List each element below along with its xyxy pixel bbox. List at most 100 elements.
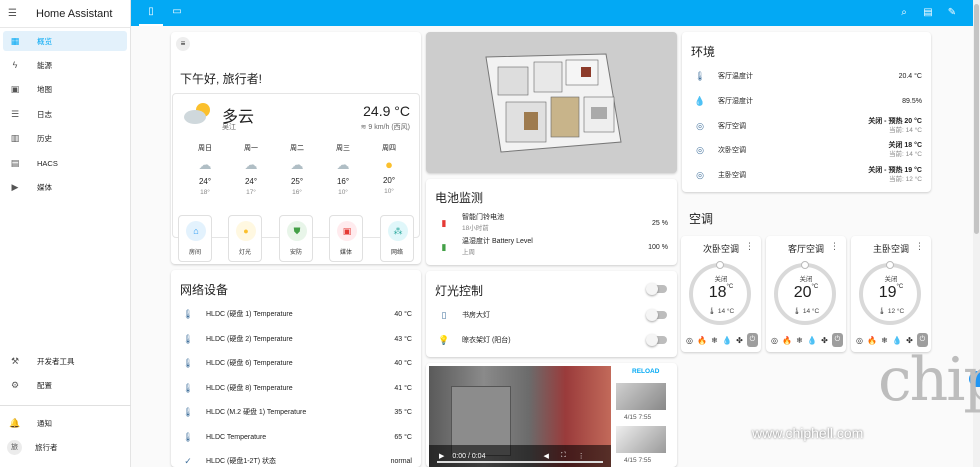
- thermometer-icon: 🌡: [694, 70, 706, 81]
- fan-icon[interactable]: ✤: [821, 336, 828, 345]
- volume-icon[interactable]: ◀: [543, 452, 548, 460]
- sidebar-item-hacs[interactable]: ▤ HACS: [3, 153, 127, 173]
- tile-security[interactable]: ⛊ 安防: [279, 215, 313, 262]
- more-icon[interactable]: ⋮: [915, 241, 924, 252]
- list-item[interactable]: ✓ HLDC (硬盘1-2T) 状态 normal: [171, 451, 421, 467]
- tile-lights[interactable]: ● 灯光: [228, 215, 262, 262]
- list-item[interactable]: ▮ 温湿度计 Battery Level 上周 100 %: [426, 236, 677, 258]
- forecast-day: 周二 ☁ 25° 16°: [274, 140, 320, 196]
- thumbnail[interactable]: [616, 383, 666, 410]
- list-item[interactable]: 🌡 HLDC (硬盘 1) Temperature 40 °C: [171, 304, 421, 324]
- scrollbar-thumb[interactable]: [974, 4, 979, 234]
- sidebar-item-history[interactable]: ▥ 历史: [3, 128, 127, 148]
- dry-icon[interactable]: 💧: [807, 336, 817, 345]
- sidebar-item-profile[interactable]: 旅旅行者: [3, 437, 127, 457]
- sidebar-item-energy[interactable]: ϟ 能源: [3, 55, 127, 75]
- flame-icon[interactable]: 🔥: [782, 336, 792, 345]
- thumbnail[interactable]: [616, 426, 666, 453]
- reload-button[interactable]: RELOAD: [632, 368, 659, 375]
- sidebar-item-logbook[interactable]: ☰ 日志: [3, 104, 127, 124]
- auto-mode-icon[interactable]: ◎: [856, 336, 863, 345]
- snowflake-icon[interactable]: ❄: [796, 336, 803, 345]
- dry-icon[interactable]: 💧: [722, 336, 732, 345]
- section-title: 空调: [689, 212, 714, 226]
- list-item[interactable]: ▮ 智能门铃电池 18小时前 25 %: [426, 212, 677, 234]
- top-app-bar: ▯ ▭ ⌕ ▤ ✎: [131, 0, 980, 26]
- shield-icon: ⛊: [287, 221, 307, 241]
- more-icon[interactable]: ⋮: [745, 241, 754, 252]
- flame-icon[interactable]: 🔥: [867, 336, 877, 345]
- pencil-icon: ✎: [947, 7, 957, 18]
- video-player[interactable]: ▶ 0:00 / 0:04 ◀ ⛶ ⋮: [429, 366, 611, 467]
- network-icon: ⁂: [388, 221, 408, 241]
- list-item[interactable]: 🌡 客厅温度计 20.4 °C: [682, 66, 931, 86]
- group-toggle[interactable]: [646, 283, 677, 295]
- list-item[interactable]: 🌡 HLDC (硬盘 6) Temperature 40 °C: [171, 353, 421, 373]
- menu-icon[interactable]: ≡: [176, 37, 190, 51]
- phone-icon: ▯: [148, 6, 154, 17]
- sidebar-item-developer-tools[interactable]: ⚒ 开发者工具: [3, 351, 127, 371]
- hammer-icon: ⚒: [10, 355, 20, 366]
- sidebar-item-media[interactable]: ▶ 媒体: [3, 177, 127, 197]
- thumbnail-time: 4/15 7:55: [624, 457, 652, 464]
- more-icon[interactable]: ⋮: [830, 241, 839, 252]
- hacs-icon: ▤: [10, 157, 20, 168]
- snowflake-icon[interactable]: ❄: [711, 336, 718, 345]
- auto-mode-icon[interactable]: ◎: [686, 336, 693, 345]
- list-item[interactable]: 🌡 HLDC Temperature 65 °C: [171, 427, 421, 447]
- view-dashboard-icon: ▦: [10, 35, 20, 46]
- thermostat-knob[interactable]: [716, 261, 724, 269]
- list-item[interactable]: ◎ 客厅空调 关闭 - 预热 20 °C 当前: 14 °C: [682, 116, 931, 136]
- thermostat-card[interactable]: 主卧空调 ⋮ 关闭 19°C 🌡 12 °C ◎ 🔥 ❄ 💧 ✤ ⏻: [851, 236, 931, 352]
- speaker-icon: ▣: [337, 221, 357, 241]
- hvac-modes: ◎ 🔥 ❄ 💧 ✤ ⏻: [771, 333, 843, 347]
- tab-desktop-view[interactable]: ▭: [165, 0, 189, 26]
- floorplan-card[interactable]: [426, 32, 677, 173]
- sidebar-item-notifications[interactable]: 🔔 通知: [3, 413, 127, 433]
- sidebar-divider: [0, 405, 131, 406]
- thermostat-card[interactable]: 客厅空调 ⋮ 关闭 20°C 🌡 14 °C ◎ 🔥 ❄ 💧 ✤ ⏻: [766, 236, 846, 352]
- list-item[interactable]: ▯ 书房大灯: [426, 305, 677, 325]
- forecast-day: 周日 ☁ 24° 18°: [182, 140, 228, 196]
- assist-button[interactable]: ▤: [919, 0, 937, 26]
- search-button[interactable]: ⌕: [895, 0, 913, 26]
- fan-icon[interactable]: ✤: [736, 336, 743, 345]
- sidebar-item-map[interactable]: ▣ 地图: [3, 79, 127, 99]
- sidebar-item-overview[interactable]: ▦ 概览: [3, 31, 127, 51]
- video-progress[interactable]: [437, 461, 603, 463]
- list-item[interactable]: ◎ 次卧空调 关闭 18 °C 当前: 14 °C: [682, 140, 931, 160]
- list-item[interactable]: 🌡 HLDC (M.2 硬盘 1) Temperature 35 °C: [171, 402, 421, 422]
- list-item[interactable]: 💡 晾衣架灯 (阳台): [426, 330, 677, 350]
- home-icon: ⌂: [186, 221, 206, 241]
- more-icon[interactable]: ⋮: [578, 452, 585, 460]
- tab-mobile-view[interactable]: ▯: [139, 0, 163, 26]
- climate-icon: ◎: [696, 169, 704, 180]
- edit-dashboard-button[interactable]: ✎: [943, 0, 961, 26]
- tile-room[interactable]: ⌂ 房间: [178, 215, 212, 262]
- thermostat-knob[interactable]: [801, 261, 809, 269]
- dry-icon[interactable]: 💧: [892, 336, 902, 345]
- fan-icon[interactable]: ✤: [906, 336, 913, 345]
- snowflake-icon[interactable]: ❄: [881, 336, 888, 345]
- tile-media[interactable]: ▣ 媒体: [329, 215, 363, 262]
- menu-icon[interactable]: ☰: [8, 7, 22, 21]
- auto-mode-icon[interactable]: ◎: [771, 336, 778, 345]
- thermostat-card[interactable]: 次卧空调 ⋮ 关闭 18°C 🌡 14 °C ◎ 🔥 ❄ 💧 ✤ ⏻: [681, 236, 761, 352]
- power-icon[interactable]: ⏻: [746, 333, 758, 347]
- sidebar-item-config[interactable]: ⚙ 配置: [3, 375, 127, 395]
- climate-icon: ◎: [696, 144, 704, 155]
- light-toggle[interactable]: [646, 309, 667, 321]
- play-icon[interactable]: ▶: [439, 452, 444, 460]
- list-item[interactable]: ◎ 主卧空调 关闭 - 预热 19 °C 当前: 12 °C: [682, 165, 931, 185]
- tile-network[interactable]: ⁂ 网络: [380, 215, 414, 262]
- light-toggle[interactable]: [646, 334, 667, 346]
- thermostat-knob[interactable]: [886, 261, 894, 269]
- power-icon[interactable]: ⏻: [831, 333, 843, 347]
- list-item[interactable]: 🌡 HLDC (硬盘 2) Temperature 43 °C: [171, 329, 421, 349]
- rain-cloud-icon: ☁: [336, 157, 350, 172]
- list-item[interactable]: 🌡 HLDC (硬盘 8) Temperature 41 °C: [171, 378, 421, 398]
- monitor-icon: ▭: [172, 6, 182, 17]
- fullscreen-icon[interactable]: ⛶: [561, 452, 566, 460]
- flame-icon[interactable]: 🔥: [697, 336, 707, 345]
- list-item[interactable]: 💧 客厅湿度计 89.5%: [682, 91, 931, 111]
